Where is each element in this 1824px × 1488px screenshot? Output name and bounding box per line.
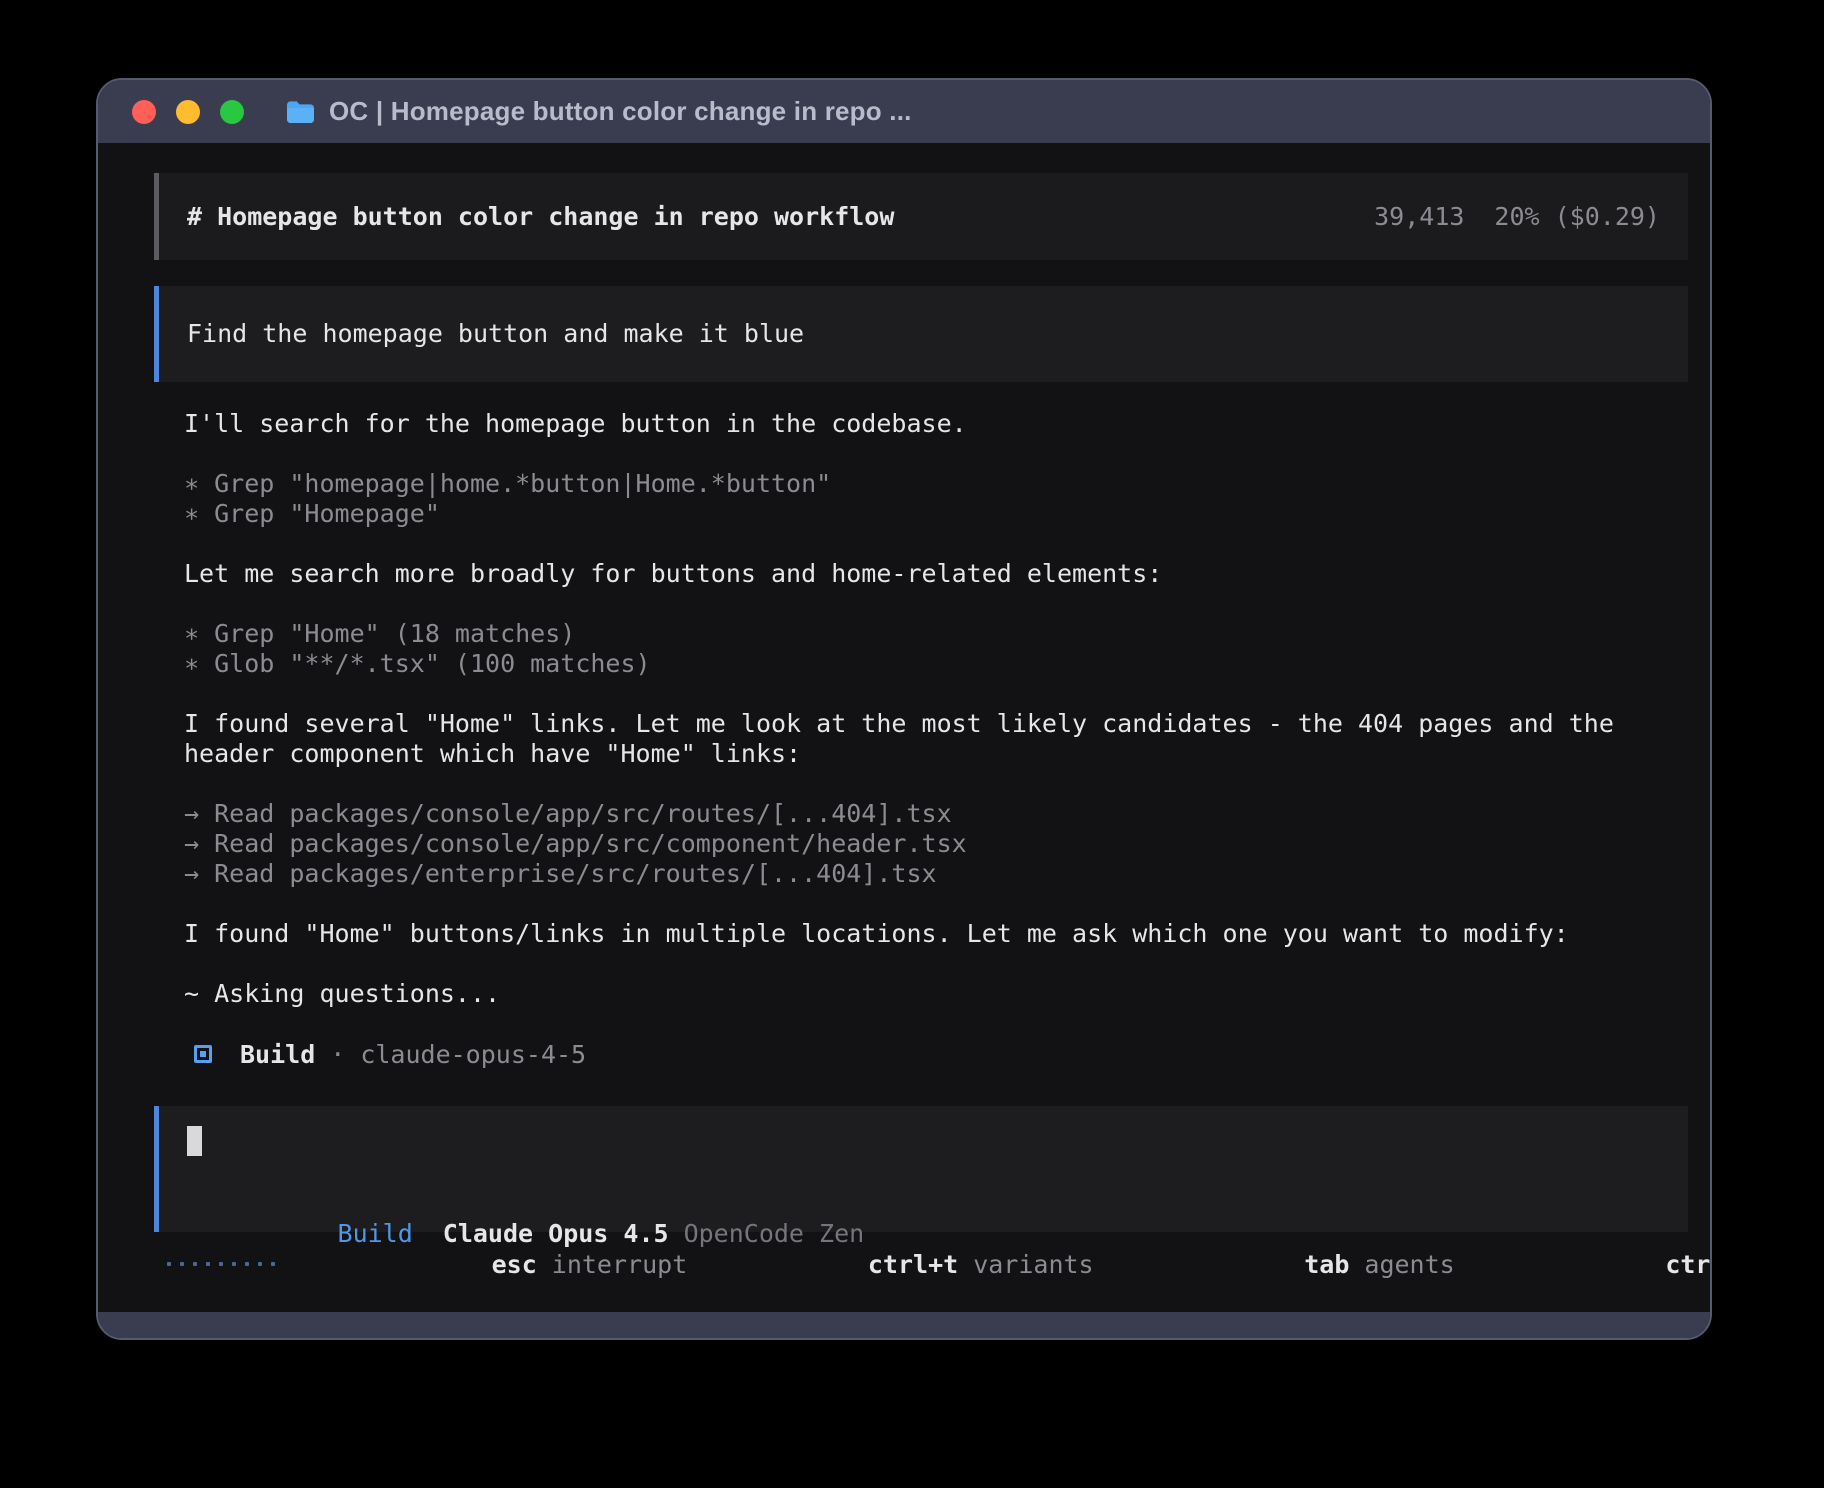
keyboard-hints: ctrl+tvariants tabagents ctrl+pcommands [687, 1221, 1712, 1308]
context-usage: 20% ($0.29) [1494, 202, 1660, 231]
assistant-text: I found several "Home" links. Let me loo… [184, 709, 1658, 739]
token-count: 39,413 [1374, 202, 1464, 231]
assistant-text: I found "Home" buttons/links in multiple… [184, 919, 1658, 949]
text-cursor [187, 1126, 202, 1156]
terminal-content: # Homepage button color change in repo w… [98, 143, 1710, 1279]
status-bar: escinterrupt ctrl+tvariants tabagents ct… [154, 1249, 1688, 1279]
spinner-dots-icon [167, 1262, 275, 1266]
agent-model: claude-opus-4-5 [360, 1040, 586, 1069]
tool-call: → Read packages/console/app/src/componen… [184, 829, 1658, 859]
titlebar: OC | Homepage button color change in rep… [98, 80, 1710, 143]
tool-call: → Read packages/enterprise/src/routes/[.… [184, 859, 1658, 889]
desktop: OC | Homepage button color change in rep… [0, 0, 1824, 1488]
variants-hint: ctrl+tvariants [687, 1221, 1093, 1308]
tool-call: ∗ Glob "**/*.tsx" (100 matches) [184, 649, 1658, 679]
separator-dot: · [330, 1040, 345, 1069]
tool-call: ∗ Grep "homepage|home.*button|Home.*butt… [184, 469, 1658, 499]
assistant-transcript: I'll search for the homepage button in t… [154, 409, 1688, 1069]
user-message: Find the homepage button and make it blu… [154, 286, 1688, 382]
window-title: OC | Homepage button color change in rep… [329, 96, 912, 127]
status-left: esc interrupt [167, 1221, 687, 1308]
agent-badge: Build · claude-opus-4-5 [184, 1039, 1658, 1069]
tool-call: → Read packages/console/app/src/routes/[… [184, 799, 1658, 829]
close-button[interactable] [132, 100, 156, 124]
esc-hint: esc interrupt [311, 1221, 687, 1308]
folder-icon [286, 100, 315, 124]
session-title: # Homepage button color change in repo w… [187, 202, 894, 231]
status-text: ~ Asking questions... [184, 979, 1658, 1009]
agent-name: Build [240, 1040, 315, 1069]
esc-label: interrupt [552, 1250, 687, 1279]
window-footer-strip [98, 1312, 1710, 1338]
agent-square-icon [194, 1045, 212, 1063]
assistant-text: Let me search more broadly for buttons a… [184, 559, 1658, 589]
zoom-button[interactable] [220, 100, 244, 124]
traffic-lights [132, 100, 244, 124]
commands-hint: ctrl+pcommands [1485, 1221, 1712, 1308]
agents-hint: tabagents [1124, 1221, 1455, 1308]
input-footer: BuildClaude Opus 4.5OpenCode Zen [187, 1189, 1660, 1219]
user-message-text: Find the homepage button and make it blu… [187, 319, 1660, 349]
session-header: # Homepage button color change in repo w… [154, 173, 1688, 260]
prompt-input[interactable]: BuildClaude Opus 4.5OpenCode Zen [154, 1106, 1688, 1232]
terminal-window: OC | Homepage button color change in rep… [96, 78, 1712, 1340]
tool-call: ∗ Grep "Home" (18 matches) [184, 619, 1658, 649]
session-meta: 39,413 20% ($0.29) [1374, 202, 1660, 231]
esc-key: esc [492, 1250, 537, 1279]
assistant-text: I'll search for the homepage button in t… [184, 409, 1658, 439]
minimize-button[interactable] [176, 100, 200, 124]
assistant-text: header component which have "Home" links… [184, 739, 1658, 769]
tool-call: ∗ Grep "Homepage" [184, 499, 1658, 529]
